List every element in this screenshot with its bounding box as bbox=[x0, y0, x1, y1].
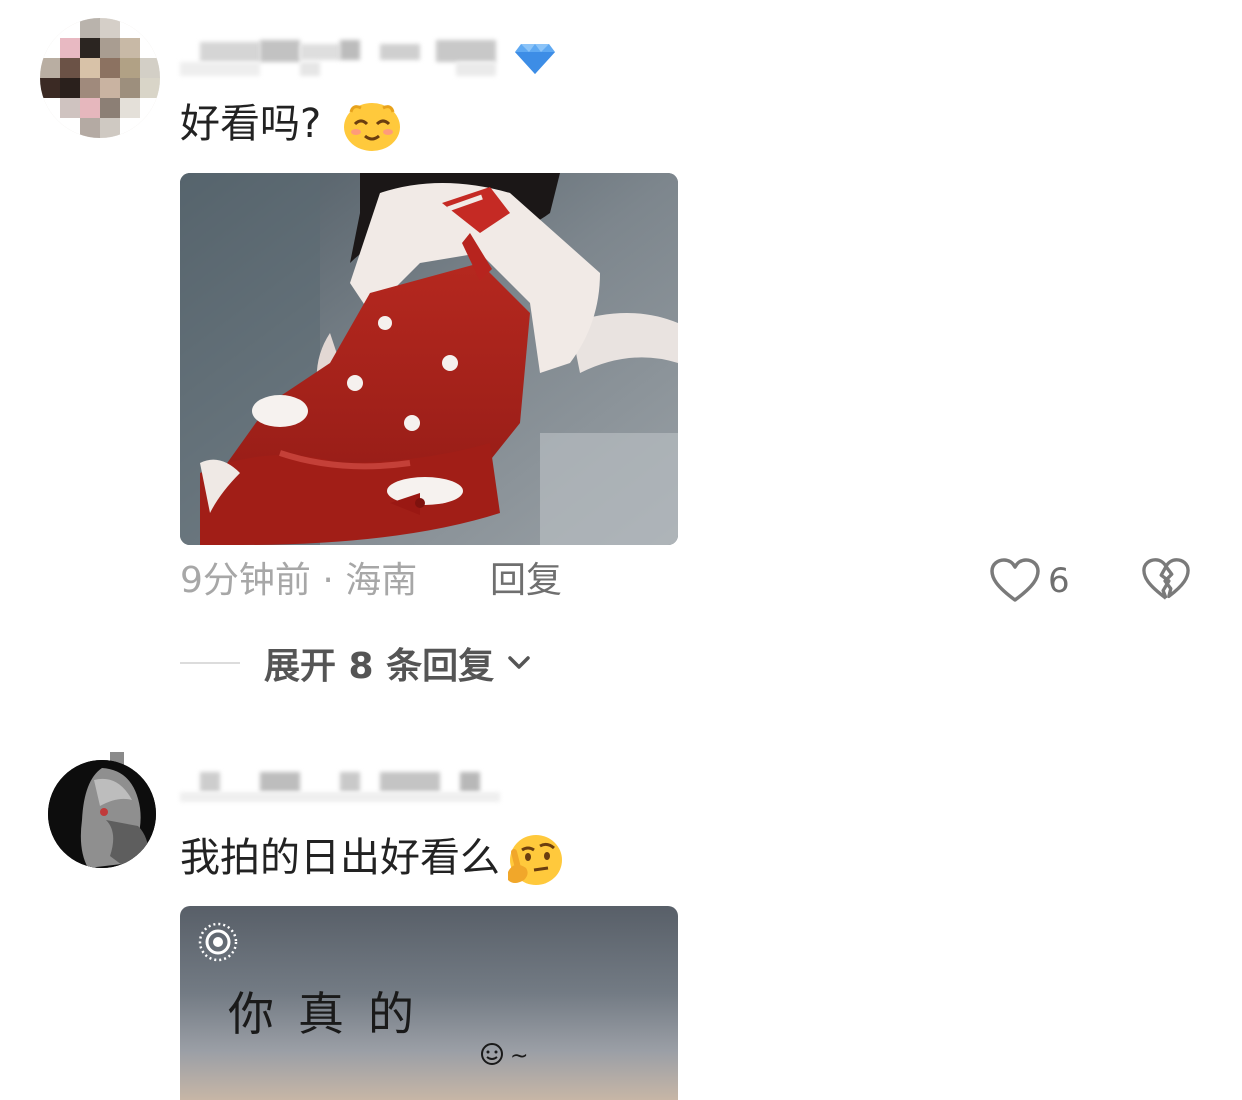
avatar-illustration bbox=[48, 760, 156, 868]
like-count: 6 bbox=[1048, 561, 1070, 601]
smiley-doodle-icon bbox=[481, 1043, 503, 1065]
broken-heart-icon[interactable] bbox=[1142, 556, 1190, 604]
username-redacted[interactable] bbox=[180, 768, 510, 808]
comment-photo-sunrise[interactable]: 你真的 ~ bbox=[180, 906, 678, 1100]
avatar[interactable] bbox=[48, 760, 156, 868]
tilde-doodle: ~ bbox=[510, 1044, 529, 1069]
username-redacted[interactable] bbox=[180, 40, 560, 80]
reply-button[interactable]: 回复 bbox=[490, 556, 562, 606]
dress-photo-illustration bbox=[180, 173, 678, 545]
comment-text-label: 好看吗? bbox=[180, 101, 322, 147]
comment-meta: 9分钟前 · 海南 bbox=[180, 560, 418, 601]
smiling-face-emoji-icon bbox=[344, 103, 401, 151]
divider-line bbox=[180, 662, 240, 664]
diamond-badge-icon bbox=[515, 44, 555, 74]
comment-text: 我拍的日出好看么 bbox=[180, 830, 564, 888]
live-photo-icon bbox=[198, 922, 238, 962]
expand-replies[interactable]: 展开 8 条回复 bbox=[180, 638, 532, 688]
chevron-down-icon bbox=[508, 656, 530, 669]
photo-caption: 你真的 bbox=[228, 987, 438, 1041]
avatar[interactable] bbox=[40, 18, 160, 138]
comment-photo-red-dress[interactable] bbox=[180, 173, 678, 545]
heart-icon bbox=[990, 558, 1040, 602]
comment-text: 好看吗? bbox=[180, 96, 401, 152]
thinking-face-emoji-icon bbox=[508, 835, 562, 885]
expand-replies-label: 展开 8 条回复 bbox=[264, 646, 495, 687]
comment-text-label: 我拍的日出好看么 bbox=[180, 835, 500, 881]
like-button[interactable]: 6 bbox=[990, 556, 1070, 606]
